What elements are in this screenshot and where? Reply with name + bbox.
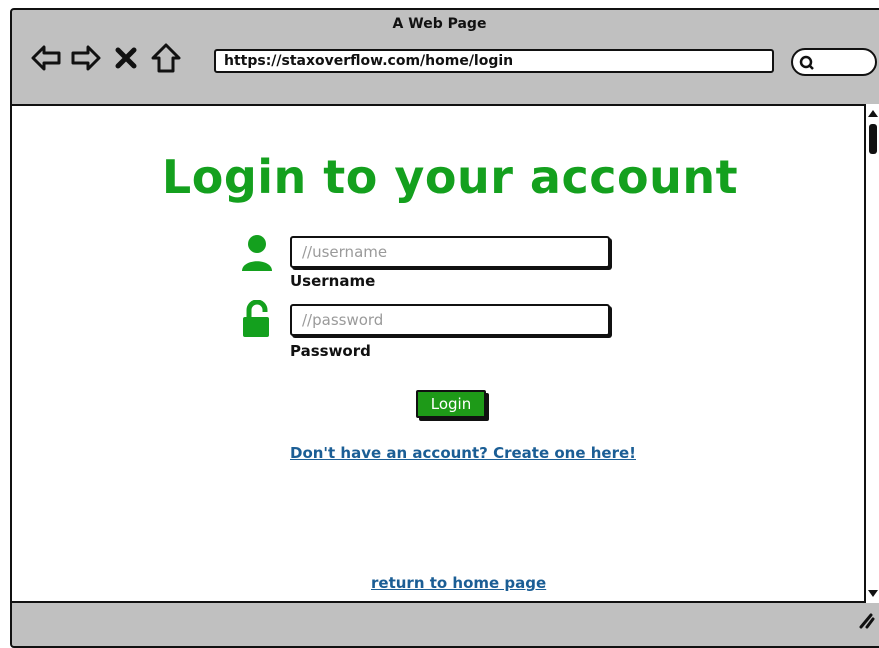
scroll-down-icon[interactable] (867, 587, 879, 599)
return-home-link[interactable]: return to home page (371, 574, 546, 592)
browser-search-box[interactable] (791, 48, 877, 76)
username-label: Username (290, 272, 376, 290)
navigation-controls (30, 38, 182, 78)
password-row (240, 300, 274, 338)
address-bar[interactable]: https://staxoverflow.com/home/login (214, 49, 774, 73)
username-input[interactable] (290, 236, 610, 268)
stop-close-icon[interactable] (110, 42, 142, 74)
back-arrow-icon[interactable] (30, 42, 62, 74)
home-icon[interactable] (150, 42, 182, 74)
page-title: Login to your account (161, 150, 739, 204)
forward-arrow-icon[interactable] (70, 42, 102, 74)
search-icon (799, 55, 815, 75)
login-button[interactable]: Login (416, 390, 486, 418)
status-bar (12, 603, 879, 635)
window-title: A Web Page (392, 16, 487, 32)
scroll-up-icon[interactable] (867, 108, 879, 120)
password-input[interactable] (290, 304, 610, 336)
username-row (240, 234, 274, 272)
password-label: Password (290, 342, 371, 360)
create-account-link[interactable]: Don't have an account? Create one here! (290, 444, 636, 462)
user-icon (240, 234, 274, 272)
unlock-icon (240, 300, 274, 338)
resize-grip-icon[interactable] (855, 609, 875, 633)
